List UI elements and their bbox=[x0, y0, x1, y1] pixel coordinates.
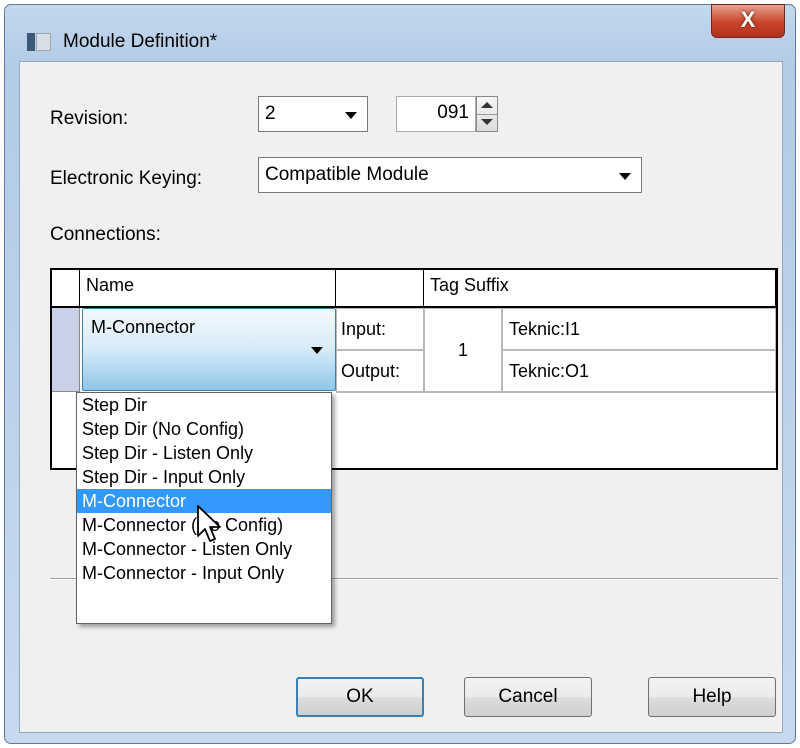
revision-label: Revision: bbox=[50, 108, 129, 129]
type-column-header[interactable] bbox=[336, 270, 424, 308]
chevron-down-icon bbox=[345, 112, 357, 119]
rpi-cell[interactable]: 1 bbox=[424, 308, 502, 392]
help-button[interactable]: Help bbox=[648, 677, 776, 717]
keying-label: Electronic Keying: bbox=[50, 168, 203, 189]
row-header-selected[interactable] bbox=[52, 308, 80, 392]
tag-suffix-column-header[interactable]: Tag Suffix bbox=[424, 270, 776, 308]
corner-header bbox=[52, 270, 80, 308]
input-tag-cell[interactable]: Teknic:I1 bbox=[502, 308, 776, 350]
ok-button[interactable]: OK bbox=[296, 677, 424, 717]
cancel-button[interactable]: Cancel bbox=[464, 677, 592, 717]
revision-major-select[interactable]: 2 bbox=[258, 96, 368, 132]
chevron-down-icon[interactable] bbox=[311, 347, 323, 354]
dropdown-option[interactable]: Step Dir - Input Only bbox=[77, 465, 331, 489]
connections-label: Connections: bbox=[50, 224, 161, 245]
connection-name-cell[interactable]: M-Connector bbox=[82, 308, 336, 391]
revision-minor-spinner[interactable] bbox=[476, 96, 498, 132]
dropdown-option[interactable]: Step Dir bbox=[77, 393, 331, 417]
empty-row bbox=[336, 392, 776, 468]
revision-minor-input[interactable]: 091 bbox=[396, 96, 476, 132]
dropdown-option[interactable]: Step Dir (No Config) bbox=[77, 417, 331, 441]
output-label-cell: Output: bbox=[336, 350, 424, 392]
module-icon bbox=[27, 33, 51, 51]
dialog-window: Module Definition* X Revision: 2 091 Ele… bbox=[4, 4, 796, 744]
revision-major-value: 2 bbox=[265, 103, 276, 124]
connection-name-value: M-Connector bbox=[91, 317, 196, 337]
chevron-down-icon bbox=[619, 173, 631, 180]
spin-down-icon[interactable] bbox=[481, 119, 493, 125]
dropdown-option[interactable]: Step Dir - Listen Only bbox=[77, 441, 331, 465]
window-title: Module Definition* bbox=[63, 31, 218, 52]
output-tag-cell[interactable]: Teknic:O1 bbox=[502, 350, 776, 392]
keying-value: Compatible Module bbox=[265, 164, 429, 185]
keying-select[interactable]: Compatible Module bbox=[258, 157, 642, 193]
input-label-cell: Input: bbox=[336, 308, 424, 350]
name-column-header[interactable]: Name bbox=[80, 270, 336, 308]
close-button[interactable]: X bbox=[711, 4, 785, 38]
spin-up-icon[interactable] bbox=[481, 102, 493, 108]
dropdown-option[interactable]: M-Connector - Input Only bbox=[77, 561, 331, 585]
title-bar[interactable]: Module Definition* X bbox=[5, 4, 795, 55]
mouse-pointer-icon bbox=[197, 505, 221, 542]
